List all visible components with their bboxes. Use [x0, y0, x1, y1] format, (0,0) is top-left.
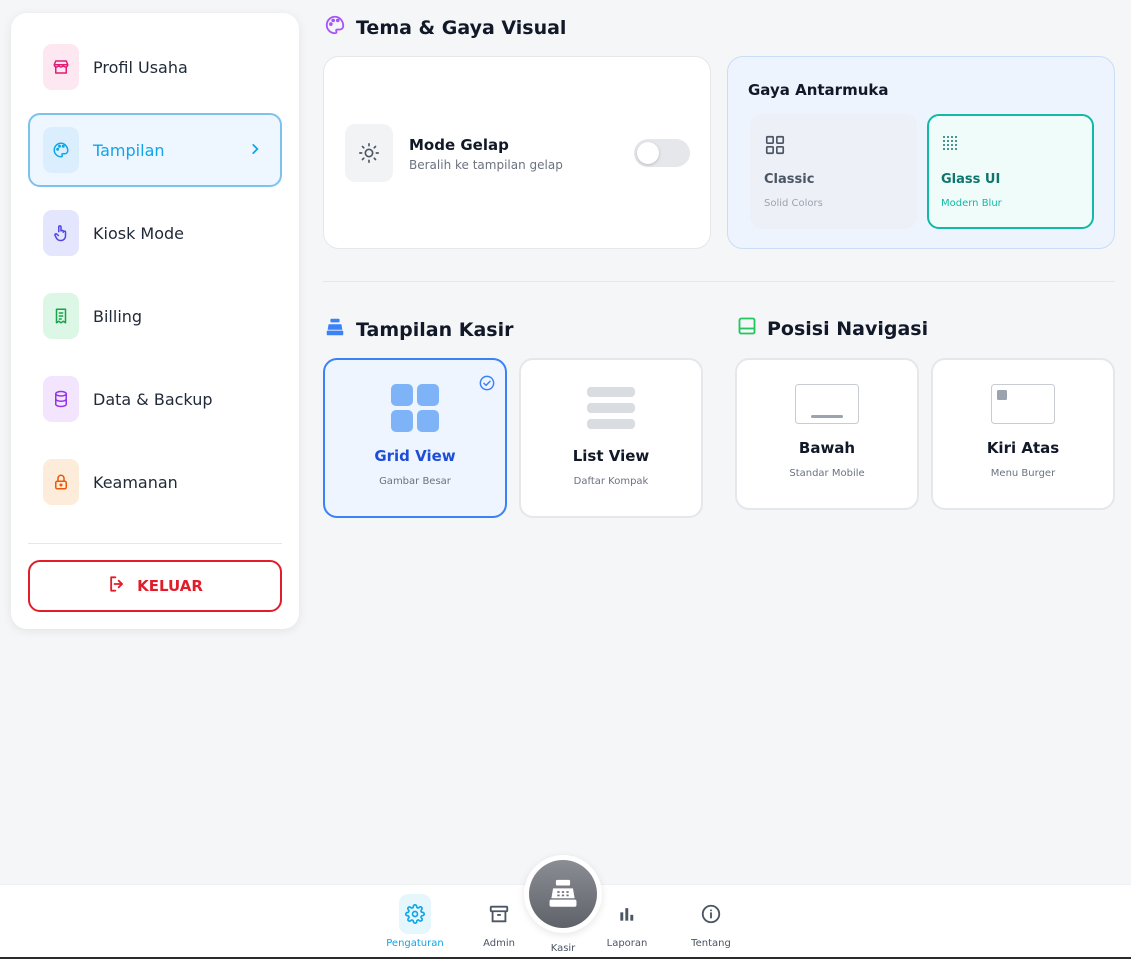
option-title: Bawah: [798, 439, 856, 457]
interface-style-title: Gaya Antarmuka: [748, 81, 889, 99]
nav-option-kiri-atas[interactable]: Kiri Atas Menu Burger: [931, 358, 1115, 510]
layout-bottom-icon: [737, 316, 757, 341]
bottom-bar-preview-icon: [795, 384, 861, 430]
theme-title-text: Tema & Gaya Visual: [356, 16, 567, 39]
grid-icon: [764, 134, 786, 160]
sun-icon: [345, 124, 393, 182]
sidebar-item-label: Profil Usaha: [93, 57, 188, 77]
sidebar-item-label: Tampilan: [93, 140, 165, 160]
lock-icon: [43, 459, 79, 505]
option-title: Classic: [764, 172, 815, 187]
toggle-knob: [637, 142, 659, 164]
option-subtitle: Daftar Kompak: [573, 476, 649, 487]
sidebar-item-label: Data & Backup: [93, 389, 213, 409]
option-subtitle: Standar Mobile: [789, 468, 865, 479]
kasir-fab-button[interactable]: [524, 855, 602, 933]
option-title: Kiri Atas: [986, 439, 1060, 457]
sidebar-divider: [28, 543, 282, 544]
sidebar-item-label: Billing: [93, 306, 143, 326]
option-subtitle: Modern Blur: [941, 198, 1002, 209]
logout-icon: [107, 574, 127, 598]
palette-icon: [324, 14, 346, 41]
sidebar-item-billing[interactable]: Billing: [28, 279, 282, 353]
sidebar-item-tampilan[interactable]: Tampilan: [28, 113, 282, 187]
section-divider: [323, 281, 1115, 282]
style-option-glass-ui[interactable]: Glass UI Modern Blur: [927, 114, 1094, 229]
sidebar-item-profil-usaha[interactable]: Profil Usaha: [28, 30, 282, 104]
pointer-icon: [43, 210, 79, 256]
navigation-title-text: Posisi Navigasi: [767, 317, 929, 340]
nav-label: Tentang: [691, 938, 731, 949]
info-icon: [695, 894, 727, 934]
check-circle-icon: [479, 375, 495, 395]
dark-mode-title: Mode Gelap: [409, 136, 509, 154]
cashier-option-grid-view[interactable]: Grid View Gambar Besar: [323, 358, 507, 518]
chevron-right-icon: [248, 141, 262, 160]
nav-item-pengaturan[interactable]: Pengaturan: [380, 885, 450, 949]
top-left-menu-preview-icon: [991, 384, 1057, 430]
grid-view-icon: [391, 384, 441, 438]
receipt-icon: [43, 293, 79, 339]
list-view-icon: [587, 387, 637, 435]
option-title: List View: [572, 447, 650, 465]
option-subtitle: Solid Colors: [764, 198, 823, 209]
dots-grid-icon: [941, 134, 959, 156]
sidebar-item-label: Keamanan: [93, 472, 178, 492]
nav-label: Kasir: [550, 943, 576, 954]
nav-item-tentang[interactable]: Tentang: [676, 885, 746, 949]
settings-sidebar: Profil Usaha Tampilan Kiosk Mode Billing…: [11, 13, 299, 629]
gear-icon: [399, 894, 431, 934]
navigation-section-title: Posisi Navigasi: [737, 316, 928, 341]
nav-label: Laporan: [606, 938, 648, 949]
theme-section-title: Tema & Gaya Visual: [324, 14, 566, 41]
nav-option-bawah[interactable]: Bawah Standar Mobile: [735, 358, 919, 510]
sidebar-item-keamanan[interactable]: Keamanan: [28, 445, 282, 519]
cashier-title-text: Tampilan Kasir: [356, 318, 514, 341]
cash-register-icon: [324, 316, 346, 343]
logout-label: KELUAR: [137, 577, 203, 595]
cashier-section-title: Tampilan Kasir: [324, 316, 513, 343]
option-title: Glass UI: [941, 172, 1001, 187]
database-icon: [43, 376, 79, 422]
nav-item-laporan[interactable]: Laporan: [592, 885, 662, 949]
sidebar-item-data-backup[interactable]: Data & Backup: [28, 362, 282, 436]
option-subtitle: Menu Burger: [990, 468, 1056, 479]
dark-mode-card: Mode Gelap Beralih ke tampilan gelap: [323, 56, 711, 249]
bar-chart-icon: [611, 894, 643, 934]
store-icon: [43, 44, 79, 90]
archive-icon: [483, 894, 515, 934]
cashier-option-list-view[interactable]: List View Daftar Kompak: [519, 358, 703, 518]
palette-icon: [43, 127, 79, 173]
nav-label: Pengaturan: [386, 938, 444, 949]
interface-style-card: Gaya Antarmuka Classic Solid Colors Glas…: [727, 56, 1115, 249]
style-option-classic[interactable]: Classic Solid Colors: [750, 114, 917, 229]
cash-register-icon: [529, 860, 597, 928]
sidebar-item-kiosk-mode[interactable]: Kiosk Mode: [28, 196, 282, 270]
option-subtitle: Gambar Besar: [379, 476, 451, 487]
option-title: Grid View: [374, 447, 456, 465]
logout-button[interactable]: KELUAR: [28, 560, 282, 612]
dark-mode-toggle[interactable]: [634, 139, 690, 167]
sidebar-item-label: Kiosk Mode: [93, 223, 185, 243]
dark-mode-subtitle: Beralih ke tampilan gelap: [409, 158, 563, 172]
